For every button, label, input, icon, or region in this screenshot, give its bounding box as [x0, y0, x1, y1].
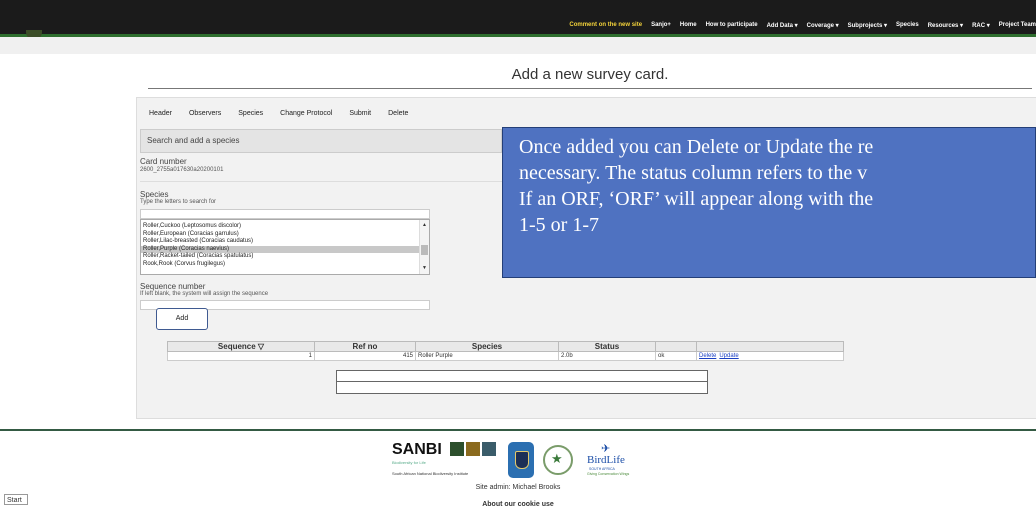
sanbi-name: SANBI	[392, 441, 442, 458]
birdlife-name: BirdLife	[587, 454, 625, 466]
column-header-ref-no[interactable]: Ref no	[314, 341, 416, 352]
birdlife-sub: SOUTH AFRICA	[589, 467, 615, 471]
nav-item-sanjo[interactable]: Sanjo+	[651, 22, 671, 28]
nav-item-home[interactable]: Home	[680, 22, 697, 28]
circular-partner-logo[interactable]	[543, 445, 573, 475]
callout-line: Once added you can Delete or Update the …	[519, 136, 874, 158]
species-table: Sequence ▽ Ref no Species Status 1 415 R…	[167, 341, 844, 361]
sanbi-tiles	[450, 442, 498, 456]
card-number-value: 2600_2755a017630a20200101	[140, 167, 224, 173]
scroll-down-icon[interactable]: ▼	[420, 265, 429, 273]
cookie-link[interactable]: About our cookie use	[0, 501, 1036, 508]
table-row: 1 415 Roller Purple 2.0b ok Delete Update	[167, 351, 844, 361]
species-search-input[interactable]	[140, 209, 430, 219]
site-admin-text: Site admin: Michael Brooks	[475, 484, 561, 491]
sub-header-bar	[0, 37, 1036, 54]
scroll-up-icon[interactable]: ▲	[420, 222, 429, 230]
tab-change-protocol[interactable]: Change Protocol	[280, 110, 332, 117]
nav-item-species[interactable]: Species	[896, 22, 919, 28]
cell-actions: Delete Update	[696, 351, 844, 361]
nav-item-coverage[interactable]: Coverage ▾	[807, 22, 839, 29]
card-tabs: Header Observers Species Change Protocol…	[137, 98, 408, 128]
nav-item-resources[interactable]: Resources ▾	[928, 22, 963, 29]
nav-item-how-to-participate[interactable]: How to participate	[706, 22, 758, 28]
start-button[interactable]: Start	[4, 494, 28, 505]
column-header-blank	[655, 341, 697, 352]
sanbi-tagline: Biodiversity for Life	[392, 460, 426, 465]
birdlife-logo[interactable]: ✈ BirdLife SOUTH AFRICA Giving Conservat…	[587, 442, 633, 478]
cell-sequence: 1	[167, 351, 315, 361]
species-hint: Type the letters to search for	[140, 199, 217, 205]
sanbi-full-name: South African National Biodiversity Inst…	[392, 471, 469, 476]
species-option[interactable]: Roller,Lilac-breasted (Coracias caudatus…	[141, 238, 429, 246]
main-nav: Comment on the new site Sanjo+ Home How …	[560, 19, 1036, 31]
table-pager[interactable]	[336, 370, 708, 394]
sequence-number-hint: If left blank, the system will assign th…	[140, 291, 269, 297]
birdlife-tagline: Giving Conservation Wings	[587, 472, 630, 476]
tab-submit[interactable]: Submit	[349, 110, 371, 117]
nav-item-subprojects[interactable]: Subprojects ▾	[848, 22, 887, 29]
tab-header[interactable]: Header	[149, 110, 172, 117]
card-number-label: Card number	[140, 157, 187, 166]
nav-item-add-data[interactable]: Add Data ▾	[767, 22, 798, 29]
nav-comment-link[interactable]: Comment on the new site	[569, 22, 642, 28]
divider	[140, 181, 502, 182]
search-section-heading: Search and add a species	[140, 129, 502, 153]
species-option-selected[interactable]: Roller,Purple (Coracias naevius)	[141, 245, 429, 253]
top-navigation-bar: Comment on the new site Sanjo+ Home How …	[0, 0, 1036, 37]
callout-line: necessary. The status column refers to t…	[519, 162, 868, 184]
add-button[interactable]: Add	[156, 308, 208, 330]
update-link[interactable]: Update	[719, 353, 738, 359]
callout-line: 1-5 or 1-7	[519, 214, 599, 236]
species-label: Species	[140, 190, 169, 199]
listbox-scrollbar[interactable]: ▲ ▼	[419, 220, 429, 274]
sequence-number-label: Sequence number	[140, 282, 206, 291]
nav-item-project-team[interactable]: Project Team	[999, 22, 1036, 28]
column-header-sequence[interactable]: Sequence ▽	[167, 341, 315, 352]
species-form: Search and add a species Card number 260…	[140, 129, 502, 404]
species-listbox[interactable]: Roller,Cuckoo (Leptosomus discolor) Roll…	[140, 219, 430, 275]
nav-item-rac[interactable]: RAC ▾	[972, 22, 990, 29]
delete-link[interactable]: Delete	[699, 353, 716, 359]
column-header-species[interactable]: Species	[415, 341, 559, 352]
page-title: Add a new survey card.	[511, 66, 669, 83]
species-option[interactable]: Roller,Racket-tailed (Coracias spatulatu…	[141, 253, 429, 261]
species-option[interactable]: Roller,Cuckoo (Leptosomus discolor)	[141, 223, 429, 231]
species-option[interactable]: Roller,European (Coracias garrulus)	[141, 231, 429, 239]
column-header-actions	[696, 341, 844, 352]
scroll-thumb[interactable]	[421, 245, 428, 255]
footer-divider	[0, 429, 1036, 431]
cell-status: 2.0b	[558, 351, 656, 361]
tutorial-callout: Once added you can Delete or Update the …	[502, 127, 1036, 278]
species-option[interactable]: Rook,Rook (Corvus frugilegus)	[141, 261, 429, 269]
tab-observers[interactable]: Observers	[189, 110, 221, 117]
tab-species[interactable]: Species	[238, 110, 263, 117]
sanbi-logo[interactable]: SANBI Biodiversity for Life South Africa…	[392, 438, 500, 482]
cell-ref-no: 415	[314, 351, 416, 361]
cell-ok: ok	[655, 351, 697, 361]
tab-delete[interactable]: Delete	[388, 110, 408, 117]
title-divider	[148, 88, 1032, 89]
callout-line: If an ORF, ‘ORF’ will appear along with …	[519, 188, 874, 210]
partner-logos: SANBI Biodiversity for Life South Africa…	[392, 437, 633, 483]
pager-divider	[337, 381, 707, 382]
university-crest-logo[interactable]	[508, 442, 534, 478]
cell-species: Roller Purple	[415, 351, 559, 361]
column-header-status[interactable]: Status	[558, 341, 656, 352]
